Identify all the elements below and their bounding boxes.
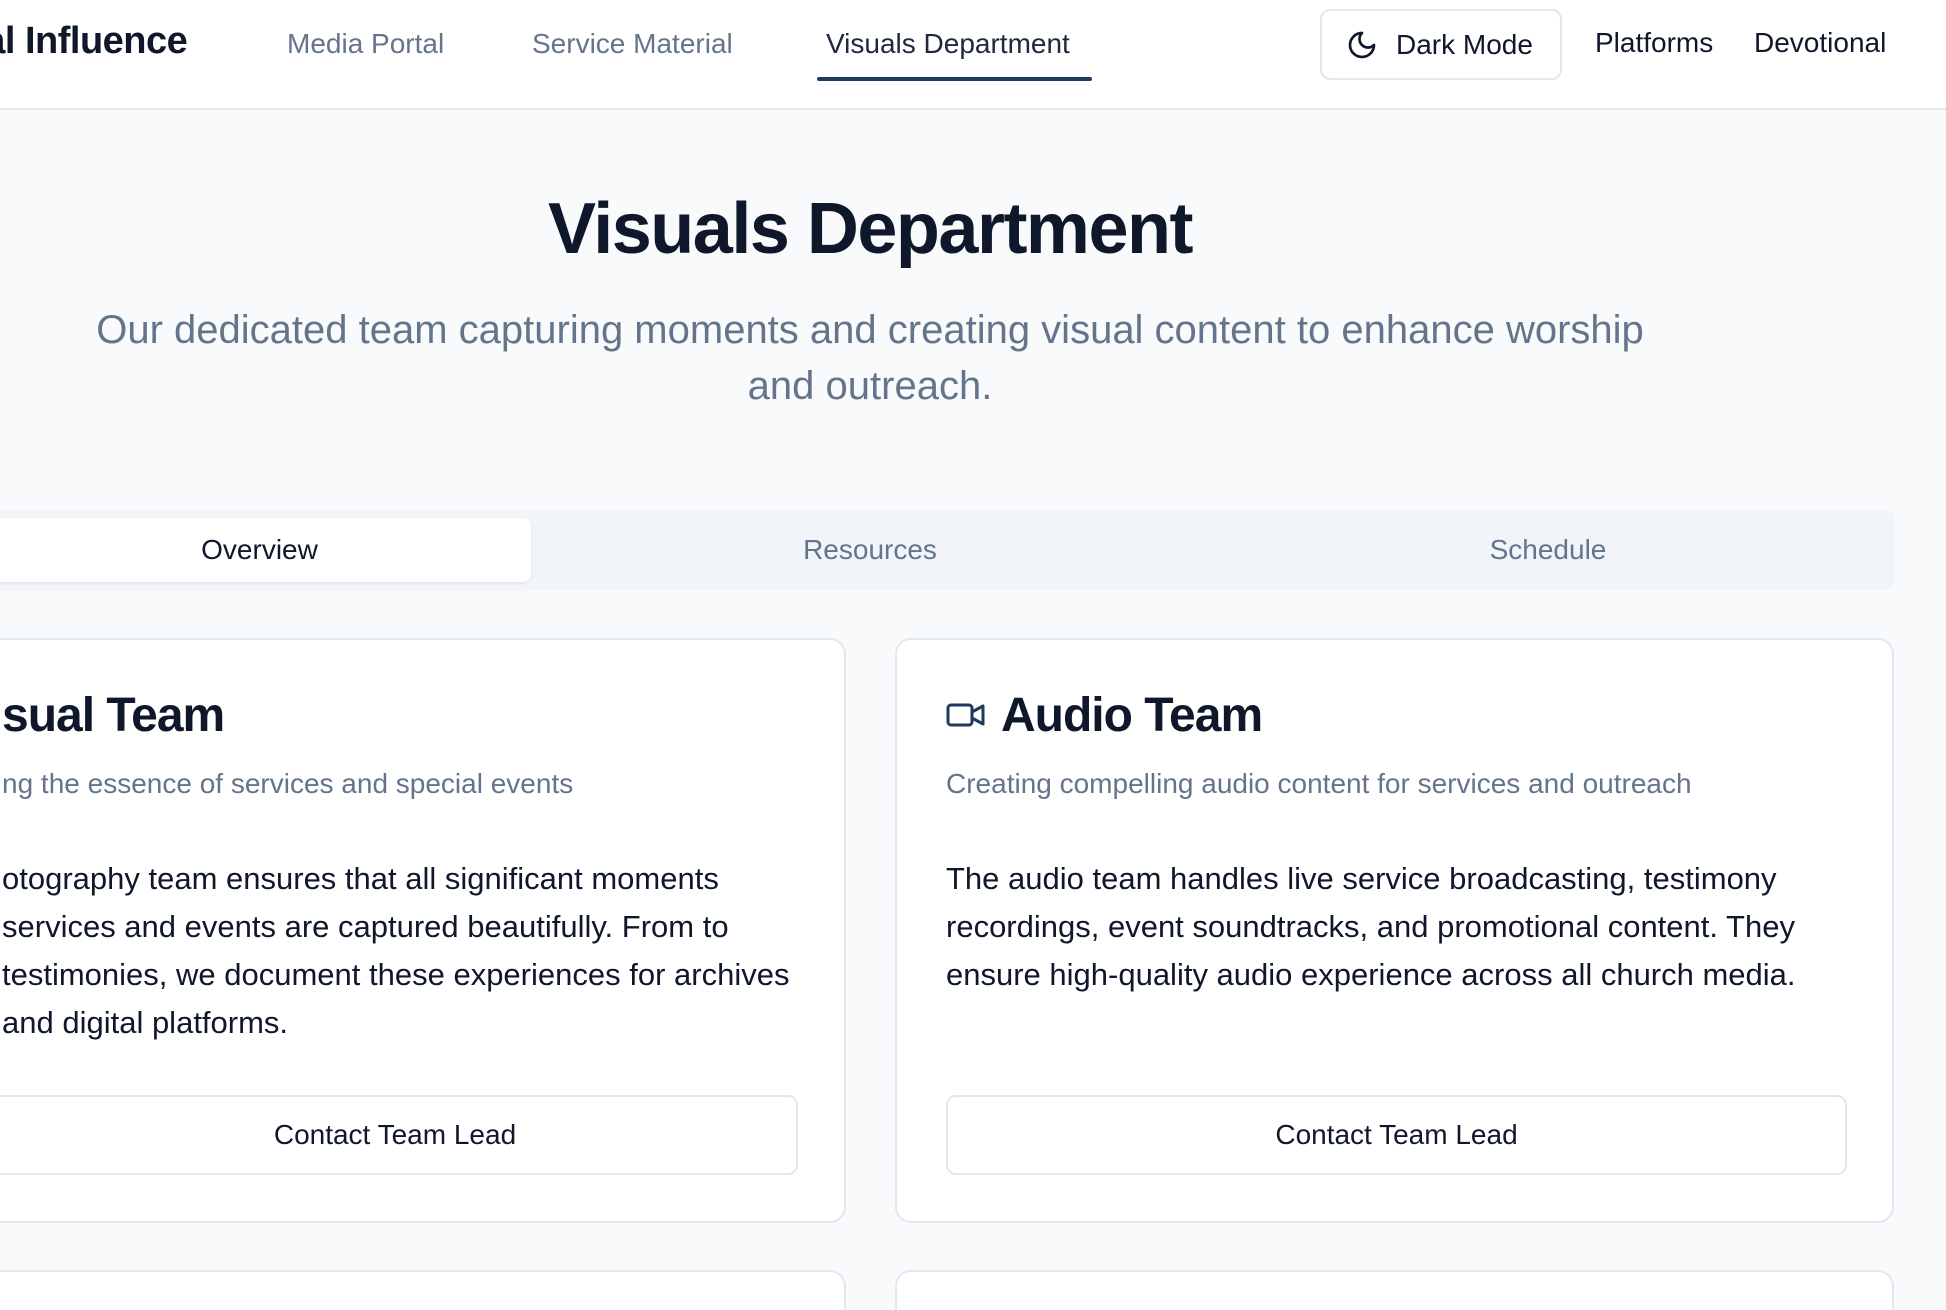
- moon-icon: [1346, 29, 1378, 61]
- card-subtitle: Creating compelling audio content for se…: [946, 768, 1692, 799]
- card-title: sual Team: [2, 689, 225, 742]
- page-title: Visuals Department: [548, 189, 1193, 269]
- team-card-partial: [895, 1270, 1894, 1310]
- card-description: The audio team handles live service broa…: [946, 861, 1796, 992]
- video-camera-icon: [946, 700, 986, 730]
- team-card-audio: Audio Team Creating compelling audio con…: [895, 638, 1894, 1223]
- card-description: otography team ensures that all signific…: [2, 861, 790, 1040]
- dark-mode-toggle-button[interactable]: Dark Mode: [1320, 9, 1562, 80]
- card-title: Audio Team: [1001, 689, 1263, 742]
- link-platforms[interactable]: Platforms: [1595, 27, 1713, 59]
- nav-link-media-portal[interactable]: Media Portal: [287, 28, 444, 60]
- top-navigation-bar: ital Influence Media Portal Service Mate…: [0, 0, 1946, 110]
- section-tabs: Overview Resources Schedule: [0, 510, 1895, 590]
- link-devotional[interactable]: Devotional: [1754, 27, 1886, 59]
- brand-logo-text[interactable]: ital Influence: [0, 20, 188, 63]
- dark-mode-label: Dark Mode: [1396, 28, 1533, 60]
- tab-schedule[interactable]: Schedule: [1209, 518, 1887, 582]
- team-card-partial: [0, 1270, 846, 1310]
- contact-team-lead-button[interactable]: Contact Team Lead: [0, 1095, 798, 1175]
- page-subtitle: Our dedicated team capturing moments and…: [96, 308, 1644, 408]
- team-card-visual: sual Team ng the essence of services and…: [0, 638, 846, 1223]
- active-nav-indicator: [817, 77, 1092, 81]
- tab-resources[interactable]: Resources: [531, 518, 1209, 582]
- nav-link-visuals-department[interactable]: Visuals Department: [826, 28, 1070, 60]
- contact-team-lead-button[interactable]: Contact Team Lead: [946, 1095, 1847, 1175]
- card-subtitle: ng the essence of services and special e…: [2, 768, 574, 799]
- nav-link-service-material[interactable]: Service Material: [532, 28, 733, 60]
- tab-overview[interactable]: Overview: [0, 518, 531, 582]
